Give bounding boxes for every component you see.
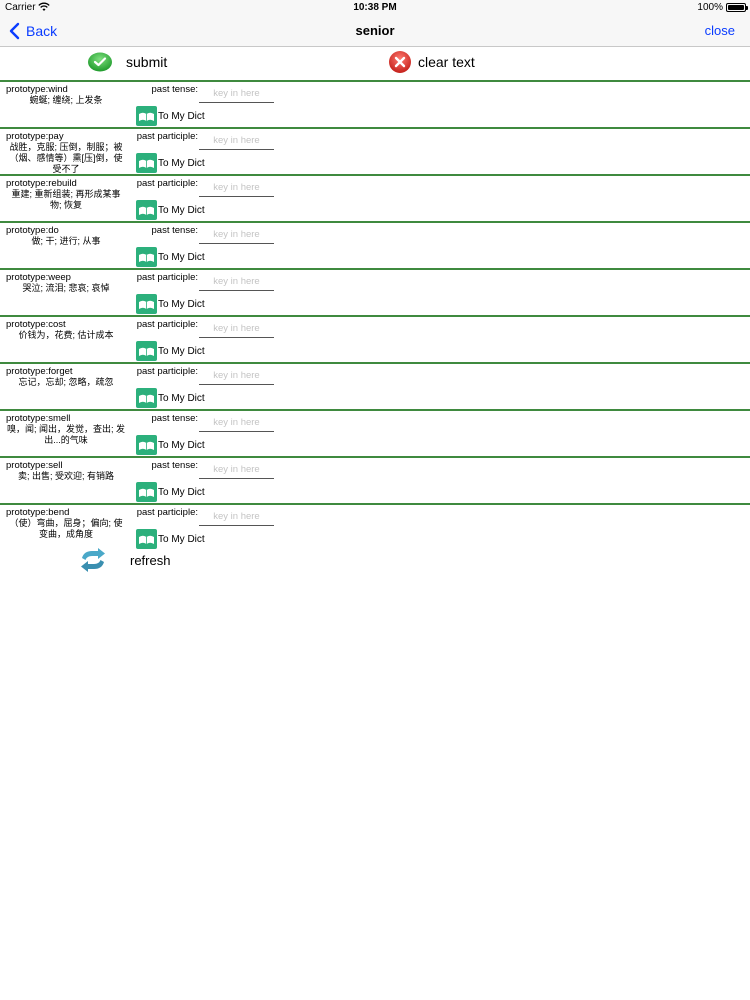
status-bar: Carrier 10:38 PM 100% — [0, 0, 750, 16]
meaning-text: 战胜，克服; 压倒，制服；被（烟、感情等）熏[压]倒，使受不了 — [9, 142, 123, 174]
meaning-text: 做; 干; 进行; 从事 — [31, 236, 101, 246]
to-my-dict-button[interactable]: To My Dict — [136, 388, 205, 408]
refresh-button[interactable]: refresh — [78, 547, 170, 573]
list-item: prototype:rebuild 重建; 重新组装; 再形成某事物; 恢复 p… — [0, 174, 750, 221]
book-icon — [136, 482, 157, 502]
clear-text-button[interactable]: clear text — [388, 50, 475, 74]
book-icon — [136, 294, 157, 314]
prototype-label: prototype:sell — [6, 460, 63, 471]
meaning-text: 重建; 重新组装; 再形成某事物; 恢复 — [11, 189, 121, 210]
battery-percentage: 100% — [697, 2, 723, 13]
answer-input[interactable] — [199, 131, 274, 150]
list-item: prototype:cost 价钱为，花费; 估计成本 past partici… — [0, 315, 750, 362]
submit-label: submit — [126, 54, 168, 70]
list-item: prototype:do 做; 干; 进行; 从事 past tense: To… — [0, 221, 750, 268]
form-label: past participle: — [136, 272, 198, 283]
book-icon — [136, 529, 157, 549]
prototype-label: prototype:do — [6, 225, 59, 236]
to-my-dict-label: To My Dict — [158, 204, 205, 216]
word-list: prototype:wind 蜿蜒; 缠绕; 上发条 past tense: T… — [0, 80, 750, 550]
x-circle-icon — [389, 51, 411, 73]
navigation-bar: Back senior close — [0, 16, 750, 47]
answer-input[interactable] — [199, 413, 274, 432]
check-circle-icon — [88, 52, 112, 72]
list-item: prototype:wind 蜿蜒; 缠绕; 上发条 past tense: T… — [0, 80, 750, 127]
book-icon — [136, 341, 157, 361]
to-my-dict-button[interactable]: To My Dict — [136, 435, 205, 455]
clock: 10:38 PM — [353, 2, 397, 13]
form-label: past participle: — [136, 178, 198, 189]
submit-button[interactable]: submit — [88, 50, 167, 74]
to-my-dict-button[interactable]: To My Dict — [136, 200, 205, 220]
meaning-text: 哭泣; 流泪; 悲哀; 哀悼 — [22, 283, 110, 293]
to-my-dict-button[interactable]: To My Dict — [136, 294, 205, 314]
prototype-label: prototype:forget — [6, 366, 73, 377]
form-label: past tense: — [151, 413, 198, 424]
to-my-dict-button[interactable]: To My Dict — [136, 341, 205, 361]
form-label: past participle: — [136, 319, 198, 330]
to-my-dict-label: To My Dict — [158, 157, 205, 169]
to-my-dict-label: To My Dict — [158, 251, 205, 263]
form-label: past tense: — [151, 84, 198, 95]
prototype-label: prototype:rebuild — [6, 178, 77, 189]
to-my-dict-button[interactable]: To My Dict — [136, 247, 205, 267]
list-item: prototype:bend （使）弯曲，屈身；偏向; 使变曲，成角度 past… — [0, 503, 750, 550]
form-label: past participle: — [136, 507, 198, 518]
meaning-text: 卖; 出售; 受欢迎; 有销路 — [17, 471, 114, 481]
book-icon — [136, 200, 157, 220]
answer-input[interactable] — [199, 225, 274, 244]
prototype-label: prototype:smell — [6, 413, 71, 424]
list-item: prototype:smell 嗅，闻; 闻出，发觉，查出; 发出...的气味 … — [0, 409, 750, 456]
meaning-text: 嗅，闻; 闻出，发觉，查出; 发出...的气味 — [6, 424, 125, 445]
list-item: prototype:forget 忘记，忘却; 忽略，疏忽 past parti… — [0, 362, 750, 409]
action-row: submit clear text — [0, 48, 750, 81]
book-icon — [136, 153, 157, 173]
to-my-dict-label: To My Dict — [158, 486, 205, 498]
close-button[interactable]: close — [705, 23, 735, 38]
book-icon — [136, 388, 157, 408]
to-my-dict-button[interactable]: To My Dict — [136, 106, 205, 126]
list-item: prototype:pay 战胜，克服; 压倒，制服；被（烟、感情等）熏[压]倒… — [0, 127, 750, 174]
form-label: past participle: — [136, 366, 198, 377]
refresh-arrows-icon — [81, 548, 105, 572]
meaning-text: （使）弯曲，屈身；偏向; 使变曲，成角度 — [9, 518, 123, 539]
refresh-label: refresh — [130, 552, 171, 568]
to-my-dict-label: To My Dict — [158, 345, 205, 357]
form-label: past participle: — [136, 131, 198, 142]
answer-input[interactable] — [199, 319, 274, 338]
to-my-dict-button[interactable]: To My Dict — [136, 529, 205, 549]
book-icon — [136, 106, 157, 126]
to-my-dict-button[interactable]: To My Dict — [136, 482, 205, 502]
meaning-text: 忘记，忘却; 忽略，疏忽 — [18, 377, 114, 387]
answer-input[interactable] — [199, 460, 274, 479]
prototype-label: prototype:pay — [6, 131, 64, 142]
form-label: past tense: — [151, 460, 198, 471]
to-my-dict-label: To My Dict — [158, 439, 205, 451]
to-my-dict-label: To My Dict — [158, 110, 205, 122]
prototype-label: prototype:cost — [6, 319, 66, 330]
book-icon — [136, 435, 157, 455]
to-my-dict-label: To My Dict — [158, 533, 205, 545]
to-my-dict-label: To My Dict — [158, 392, 205, 404]
answer-input[interactable] — [199, 84, 274, 103]
prototype-label: prototype:bend — [6, 507, 70, 518]
form-label: past tense: — [151, 225, 198, 236]
clear-text-label: clear text — [418, 54, 475, 70]
meaning-text: 价钱为，花费; 估计成本 — [18, 330, 114, 340]
answer-input[interactable] — [199, 272, 274, 291]
answer-input[interactable] — [199, 178, 274, 197]
book-icon — [136, 247, 157, 267]
to-my-dict-button[interactable]: To My Dict — [136, 153, 205, 173]
list-item: prototype:sell 卖; 出售; 受欢迎; 有销路 past tens… — [0, 456, 750, 503]
answer-input[interactable] — [199, 507, 274, 526]
list-item: prototype:weep 哭泣; 流泪; 悲哀; 哀悼 past parti… — [0, 268, 750, 315]
meaning-text: 蜿蜒; 缠绕; 上发条 — [29, 95, 103, 105]
prototype-label: prototype:weep — [6, 272, 71, 283]
answer-input[interactable] — [199, 366, 274, 385]
prototype-label: prototype:wind — [6, 84, 68, 95]
page-title: senior — [355, 23, 395, 38]
battery-icon — [726, 3, 748, 12]
to-my-dict-label: To My Dict — [158, 298, 205, 310]
